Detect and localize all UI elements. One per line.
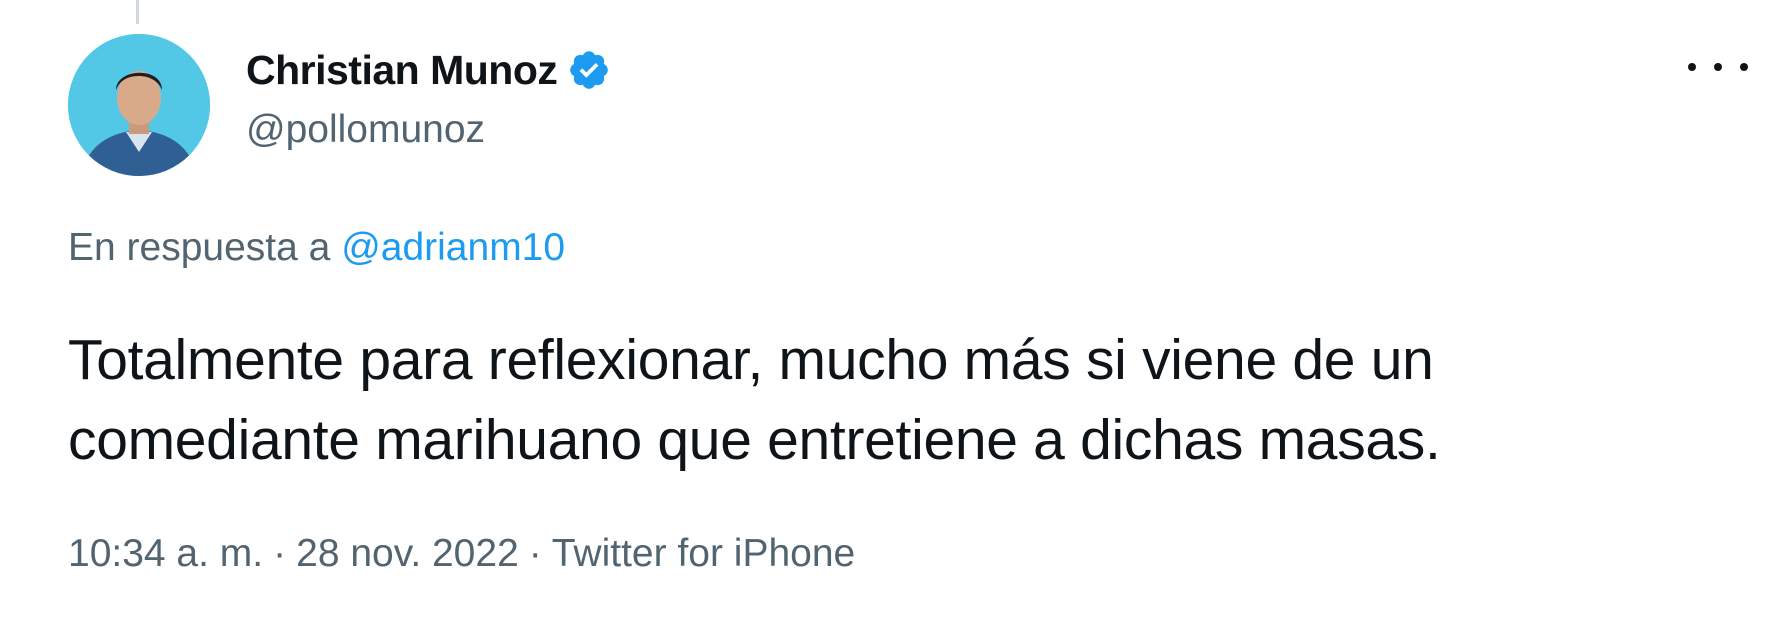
author-name-row: Christian Munoz (246, 40, 611, 100)
meta-separator: · (273, 532, 287, 575)
tweet-text-line: comediante marihuano que entretiene a di… (68, 408, 1441, 472)
thread-connector-line (136, 0, 139, 24)
tweet-card: Christian Munoz @pollomunoz En respuesta… (0, 0, 1784, 620)
more-dot (1688, 63, 1696, 71)
tweet-date[interactable]: 28 nov. 2022 (296, 532, 519, 576)
tweet-text: Totalmente para reflexionar, mucho más s… (68, 320, 1748, 480)
reply-to-handle-link[interactable]: @adrianm10 (341, 226, 565, 269)
author-block: Christian Munoz @pollomunoz (246, 40, 611, 152)
more-dot (1740, 63, 1748, 71)
author-display-name[interactable]: Christian Munoz (246, 47, 558, 94)
reply-prefix: En respuesta a (68, 226, 331, 269)
avatar-photo (68, 34, 210, 176)
avatar[interactable] (68, 34, 210, 176)
tweet-source-link[interactable]: Twitter for iPhone (552, 532, 855, 576)
tweet-metadata: 10:34 a. m. · 28 nov. 2022 · Twitter for… (68, 532, 855, 576)
author-handle[interactable]: @pollomunoz (246, 108, 611, 152)
tweet-text-line: Totalmente para reflexionar, mucho más s… (68, 328, 1434, 392)
verified-badge-icon (567, 48, 611, 92)
reply-context: En respuesta a @adrianm10 (68, 226, 565, 270)
meta-separator: · (528, 532, 542, 575)
tweet-time[interactable]: 10:34 a. m. (68, 532, 263, 576)
more-options-icon[interactable] (1688, 52, 1748, 82)
more-dot (1714, 63, 1722, 71)
